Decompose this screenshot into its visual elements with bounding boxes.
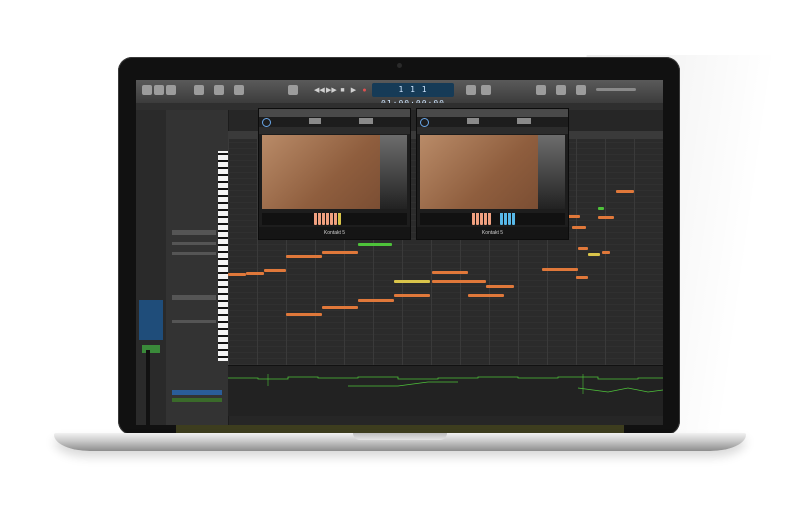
midi-note[interactable] [588, 253, 600, 256]
inspector-panel [136, 110, 167, 425]
power-icon[interactable] [420, 118, 429, 127]
stop-icon[interactable]: ■ [338, 86, 347, 95]
record-icon[interactable]: ● [360, 86, 369, 95]
count-in-icon[interactable] [466, 85, 476, 95]
midi-note[interactable] [246, 272, 264, 275]
midi-note[interactable] [394, 280, 430, 283]
metronome-icon[interactable] [481, 85, 491, 95]
plugin-title: Kontakt 5 [417, 227, 568, 239]
automation-parameter-field[interactable] [172, 398, 222, 402]
webcam [397, 63, 402, 68]
midi-note[interactable] [264, 269, 286, 272]
swing-slider[interactable] [172, 252, 216, 255]
rewind-icon[interactable]: ◀◀ [314, 86, 325, 95]
time-quantize-field[interactable] [172, 230, 216, 235]
keyboard-strip[interactable] [262, 213, 407, 225]
plugin-window: Kontakt 5 [258, 108, 411, 240]
editor-button[interactable] [517, 118, 531, 124]
inspector-icon[interactable] [154, 85, 164, 95]
editor-button[interactable] [359, 118, 373, 124]
midi-note[interactable] [542, 268, 578, 271]
velocity-lines [228, 374, 663, 394]
midi-note[interactable] [578, 247, 588, 250]
midi-note[interactable] [286, 313, 322, 316]
plugin-title: Kontakt 5 [259, 227, 410, 239]
logic-pro-window: ◀◀ ▶▶ ■ ▶ ● 1 1 1 01:00:00:00 [136, 80, 663, 425]
forward-icon[interactable]: ▶▶ [326, 86, 337, 95]
midi-note[interactable] [322, 306, 358, 309]
midi-note[interactable] [432, 271, 468, 274]
keyboard-strip[interactable] [420, 213, 565, 225]
velocity-slider[interactable] [172, 320, 216, 323]
power-icon[interactable] [262, 118, 271, 127]
browsers-icon[interactable] [576, 85, 586, 95]
instrument-artwork [420, 135, 538, 209]
midi-note[interactable] [602, 251, 610, 254]
midi-note[interactable] [468, 294, 504, 297]
midi-note[interactable] [576, 276, 588, 279]
automation-lane[interactable] [228, 365, 663, 416]
midi-note[interactable] [358, 299, 394, 302]
lcd-display[interactable]: 1 1 1 01:00:00:00 [372, 83, 454, 108]
plugin-header [417, 109, 568, 117]
midi-note[interactable] [228, 273, 246, 276]
cycle-icon[interactable] [288, 85, 298, 95]
piano-keyboard[interactable] [218, 151, 228, 361]
region-list[interactable] [139, 300, 163, 340]
instrument-artwork [262, 135, 380, 209]
midi-note[interactable] [572, 226, 586, 229]
instrument-photo [380, 135, 407, 209]
quick-help-icon[interactable] [166, 85, 176, 95]
midi-note[interactable] [598, 216, 614, 219]
library-icon[interactable] [142, 85, 152, 95]
midi-note[interactable] [394, 294, 430, 297]
strength-slider[interactable] [172, 242, 216, 245]
smart-controls-icon[interactable] [194, 85, 204, 95]
midi-note[interactable] [432, 280, 486, 283]
copy-button[interactable] [467, 118, 479, 124]
plugin-window: Kontakt 5 [416, 108, 569, 240]
note-pad-icon[interactable] [536, 85, 546, 95]
midi-note[interactable] [486, 285, 514, 288]
volume-fader[interactable] [146, 350, 150, 425]
instrument-rack[interactable] [259, 127, 410, 134]
instrument-photo [538, 135, 565, 209]
instrument-rack[interactable] [417, 127, 568, 134]
play-icon[interactable]: ▶ [349, 86, 358, 95]
output-button[interactable] [142, 345, 160, 353]
loop-browser-icon[interactable] [556, 85, 566, 95]
plugin-header [259, 109, 410, 117]
midi-note[interactable] [286, 255, 322, 258]
midi-note[interactable] [598, 207, 604, 210]
automation-mode-field[interactable] [172, 390, 222, 395]
copy-button[interactable] [309, 118, 321, 124]
scale-quantize-field[interactable] [172, 295, 216, 300]
mixer-icon[interactable] [214, 85, 224, 95]
midi-note[interactable] [322, 251, 358, 254]
midi-note[interactable] [358, 243, 392, 246]
laptop-notch [353, 433, 447, 440]
editors-icon[interactable] [234, 85, 244, 95]
midi-note[interactable] [616, 190, 634, 193]
master-volume-slider[interactable] [596, 88, 636, 91]
